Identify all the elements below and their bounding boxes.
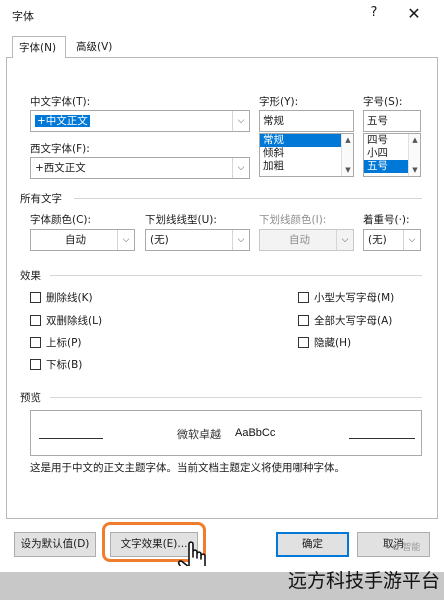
- ok-button[interactable]: 确定: [276, 532, 349, 557]
- preview-sample-latin: AaBbCc: [235, 427, 276, 439]
- list-item[interactable]: 倾斜: [260, 147, 353, 160]
- dialog-title: 字体: [12, 10, 34, 23]
- underline-style-value: (无): [150, 234, 169, 246]
- font-style-list[interactable]: 常规 倾斜 加粗 ▲ ▼: [259, 133, 354, 177]
- emphasis-label: 着重号(·):: [363, 214, 410, 226]
- all-text-title: 所有文字: [20, 193, 62, 205]
- chinese-font-combo[interactable]: +中文正文 ⌵: [30, 110, 250, 132]
- preview-box: 微软卓越 AaBbCc: [30, 410, 422, 456]
- preview-title: 预览: [20, 392, 41, 404]
- small-caps-checkbox[interactable]: [298, 292, 309, 303]
- font-color-label: 字体颜色(C):: [30, 214, 92, 226]
- subscript-label[interactable]: 下标(B): [46, 357, 82, 372]
- strikethrough-label[interactable]: 删除线(K): [46, 290, 93, 305]
- preview-sample-cn: 微软卓越: [177, 428, 221, 441]
- double-strikethrough-checkbox[interactable]: [30, 315, 41, 326]
- chevron-down-icon: ⌵: [232, 111, 249, 131]
- font-dialog: 字体 ? ✕ 字体(N) 高级(V) 中文字体(T): +中文正文 ⌵ 西文字体…: [0, 0, 444, 600]
- underline-style-label: 下划线线型(U):: [145, 214, 217, 226]
- chevron-down-icon[interactable]: ▼: [342, 166, 353, 174]
- list-item[interactable]: 五号: [364, 160, 408, 173]
- effects-title: 效果: [20, 270, 41, 282]
- hidden-checkbox[interactable]: [298, 337, 309, 348]
- western-font-label: 西文字体(F):: [30, 143, 90, 155]
- watermark-logo: ✿ 智能: [392, 543, 421, 553]
- close-icon: ✕: [407, 4, 421, 23]
- underline-color-combo[interactable]: 自动 ⌵: [259, 229, 354, 251]
- chevron-up-icon[interactable]: ▲: [409, 136, 420, 144]
- superscript-label[interactable]: 上标(P): [46, 335, 82, 350]
- double-strikethrough-label[interactable]: 双删除线(L): [46, 313, 102, 328]
- strikethrough-checkbox[interactable]: [30, 292, 41, 303]
- tab-advanced[interactable]: 高级(V): [70, 36, 120, 58]
- chevron-down-icon: ⌵: [232, 158, 249, 178]
- close-button[interactable]: ✕: [403, 3, 425, 25]
- small-caps-label[interactable]: 小型大写字母(M): [314, 290, 394, 305]
- chevron-down-icon: ⌵: [403, 230, 420, 250]
- font-size-input[interactable]: 五号: [363, 110, 421, 132]
- all-caps-checkbox[interactable]: [298, 315, 309, 326]
- chinese-font-label: 中文字体(T):: [30, 96, 91, 108]
- superscript-checkbox[interactable]: [30, 337, 41, 348]
- western-font-combo[interactable]: +西文正文 ⌵: [30, 157, 250, 179]
- chinese-font-value: +中文正文: [35, 115, 90, 127]
- chevron-up-icon[interactable]: ▲: [342, 136, 353, 144]
- chevron-down-icon: ⌵: [117, 230, 134, 250]
- watermark-text: 远方科技手游平台: [287, 570, 440, 592]
- font-size-label: 字号(S):: [363, 96, 403, 108]
- preview-baseline-left: [39, 438, 103, 439]
- subscript-checkbox[interactable]: [30, 359, 41, 370]
- emphasis-value: (无): [368, 234, 387, 246]
- list-item[interactable]: 常规: [260, 134, 353, 147]
- preview-note: 这是用于中文的正文主题字体。当前文档主题定义将使用哪种字体。: [30, 462, 345, 474]
- list-item[interactable]: 加粗: [260, 160, 353, 173]
- western-font-value: +西文正文: [35, 162, 86, 174]
- font-color-combo[interactable]: 自动 ⌵: [30, 229, 135, 251]
- section-divider: [50, 275, 422, 276]
- section-divider: [74, 198, 422, 199]
- section-divider: [50, 397, 422, 398]
- font-style-input[interactable]: 常规: [259, 110, 354, 132]
- tab-font[interactable]: 字体(N): [12, 36, 66, 58]
- font-size-list[interactable]: 四号 小四 五号 ▲ ▼: [363, 133, 421, 177]
- emphasis-combo[interactable]: (无) ⌵: [363, 229, 421, 251]
- scrollbar[interactable]: ▲ ▼: [341, 134, 353, 176]
- underline-color-label: 下划线颜色(I):: [259, 214, 327, 226]
- set-default-button[interactable]: 设为默认值(D): [14, 532, 96, 557]
- chevron-down-icon[interactable]: ▼: [409, 166, 420, 174]
- preview-baseline-right: [349, 438, 415, 439]
- underline-style-combo[interactable]: (无) ⌵: [145, 229, 250, 251]
- scrollbar[interactable]: ▲ ▼: [408, 134, 420, 176]
- chevron-down-icon: ⌵: [232, 230, 249, 250]
- all-caps-label[interactable]: 全部大写字母(A): [314, 313, 392, 328]
- help-button[interactable]: ?: [366, 5, 382, 23]
- chevron-down-icon: ⌵: [336, 230, 353, 250]
- hidden-label[interactable]: 隐藏(H): [314, 335, 351, 350]
- font-style-label: 字形(Y):: [259, 96, 299, 108]
